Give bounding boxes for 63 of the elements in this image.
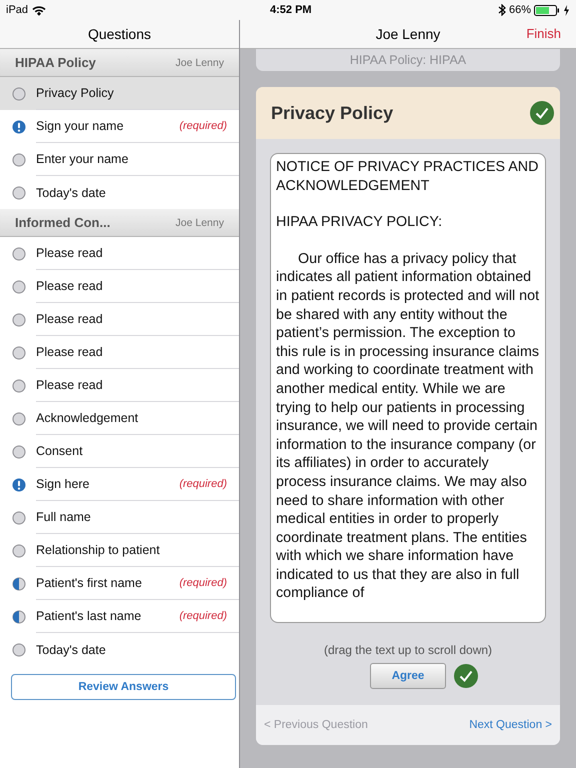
question-label: Please read — [36, 312, 103, 326]
question-label: Today's date — [36, 642, 106, 656]
question-label: Full name — [36, 510, 91, 524]
next-question-button[interactable]: Next Question > — [469, 719, 552, 731]
question-label: Enter your name — [36, 152, 128, 166]
section-title: HIPAA Policy — [15, 55, 96, 70]
bluetooth-icon — [498, 4, 506, 16]
status-circle-icon — [12, 152, 26, 166]
section-author: Joe Lenny — [176, 56, 224, 68]
status-circle-icon — [12, 346, 26, 360]
question-label: Acknowledgement — [36, 411, 138, 425]
lightning-icon — [563, 4, 570, 16]
question-label: Sign here — [36, 477, 90, 491]
half-circle-icon — [12, 576, 26, 590]
status-circle-icon — [12, 86, 26, 100]
policy-text-area[interactable] — [270, 153, 546, 623]
question-title: Privacy Policy — [271, 102, 394, 124]
policy-paragraph: NOTICE OF PRIVACY PRACTICES AND ACKNOWLEDGEMENT — [276, 158, 540, 196]
status-circle-icon — [12, 246, 26, 260]
battery-icon — [534, 4, 560, 16]
nav-title: Questions — [88, 26, 152, 42]
question-label: Patient's first name — [36, 576, 142, 590]
question-label: Patient's last name — [36, 609, 142, 623]
status-circle-icon — [12, 444, 26, 458]
question-label: Please read — [36, 279, 103, 293]
question-label: Today's date — [36, 186, 106, 200]
question-label: Please read — [36, 345, 103, 359]
status-circle-icon — [12, 312, 26, 326]
section-author: Joe Lenny — [176, 216, 224, 228]
review-answers-button[interactable]: Review Answers — [11, 674, 236, 700]
required-note: (required) — [179, 478, 227, 490]
status-circle-icon — [12, 544, 26, 558]
status-circle-icon — [12, 642, 26, 656]
device-label: iPad — [6, 4, 28, 16]
required-note: (required) — [179, 610, 227, 622]
exclamation-icon — [12, 478, 26, 492]
status-circle-icon — [12, 412, 26, 426]
policy-paragraph: Our office has a privacy policy that indicates all patient information obtained in patient records is protected and will not be shared with any entity without the patient’s permission. The exception to this rule is in processing insurance claims and working to coordinate treatment with another medical entity. While we are trying to help our patients in processing insurance, we will need to provide certain information to the insurance company (or its affiliates) in order to accurately process insurance claims. We may also need to share information with other medical entities in order to properly coordinate treatment plans. The entities with which we share information have indicated to us that they are also in full compliance of — [276, 250, 540, 604]
clock-time: 4:52 PM — [270, 4, 312, 16]
question-label: Relationship to patient — [36, 543, 160, 557]
section-title: Informed Con... — [15, 215, 110, 230]
status-circle-icon — [12, 510, 26, 524]
question-label: Please read — [36, 246, 103, 260]
question-label: Please read — [36, 378, 103, 392]
question-label: Sign your name — [36, 119, 124, 133]
policy-paragraph: HIPAA PRIVACY POLICY: — [276, 213, 444, 232]
half-circle-icon — [12, 610, 26, 624]
finish-button[interactable]: Finish — [526, 26, 561, 41]
exclamation-icon — [12, 120, 26, 134]
status-circle-icon — [12, 280, 26, 294]
wifi-icon — [32, 4, 46, 16]
status-circle-icon — [12, 378, 26, 392]
question-label: Privacy Policy — [36, 86, 114, 100]
question-label: Consent — [36, 444, 83, 458]
agree-button[interactable]: Agree — [370, 663, 446, 689]
battery-percent: 66% — [508, 4, 531, 16]
form-title: HIPAA Policy: HIPAA — [350, 53, 466, 67]
required-note: (required) — [179, 577, 227, 589]
scroll-hint: (drag the text up to scroll down) — [324, 643, 492, 657]
question-item[interactable]: Privacy Policy — [0, 77, 239, 110]
nav-title: Joe Lenny — [376, 26, 440, 42]
status-circle-icon — [12, 186, 26, 200]
required-note: (required) — [179, 120, 227, 132]
